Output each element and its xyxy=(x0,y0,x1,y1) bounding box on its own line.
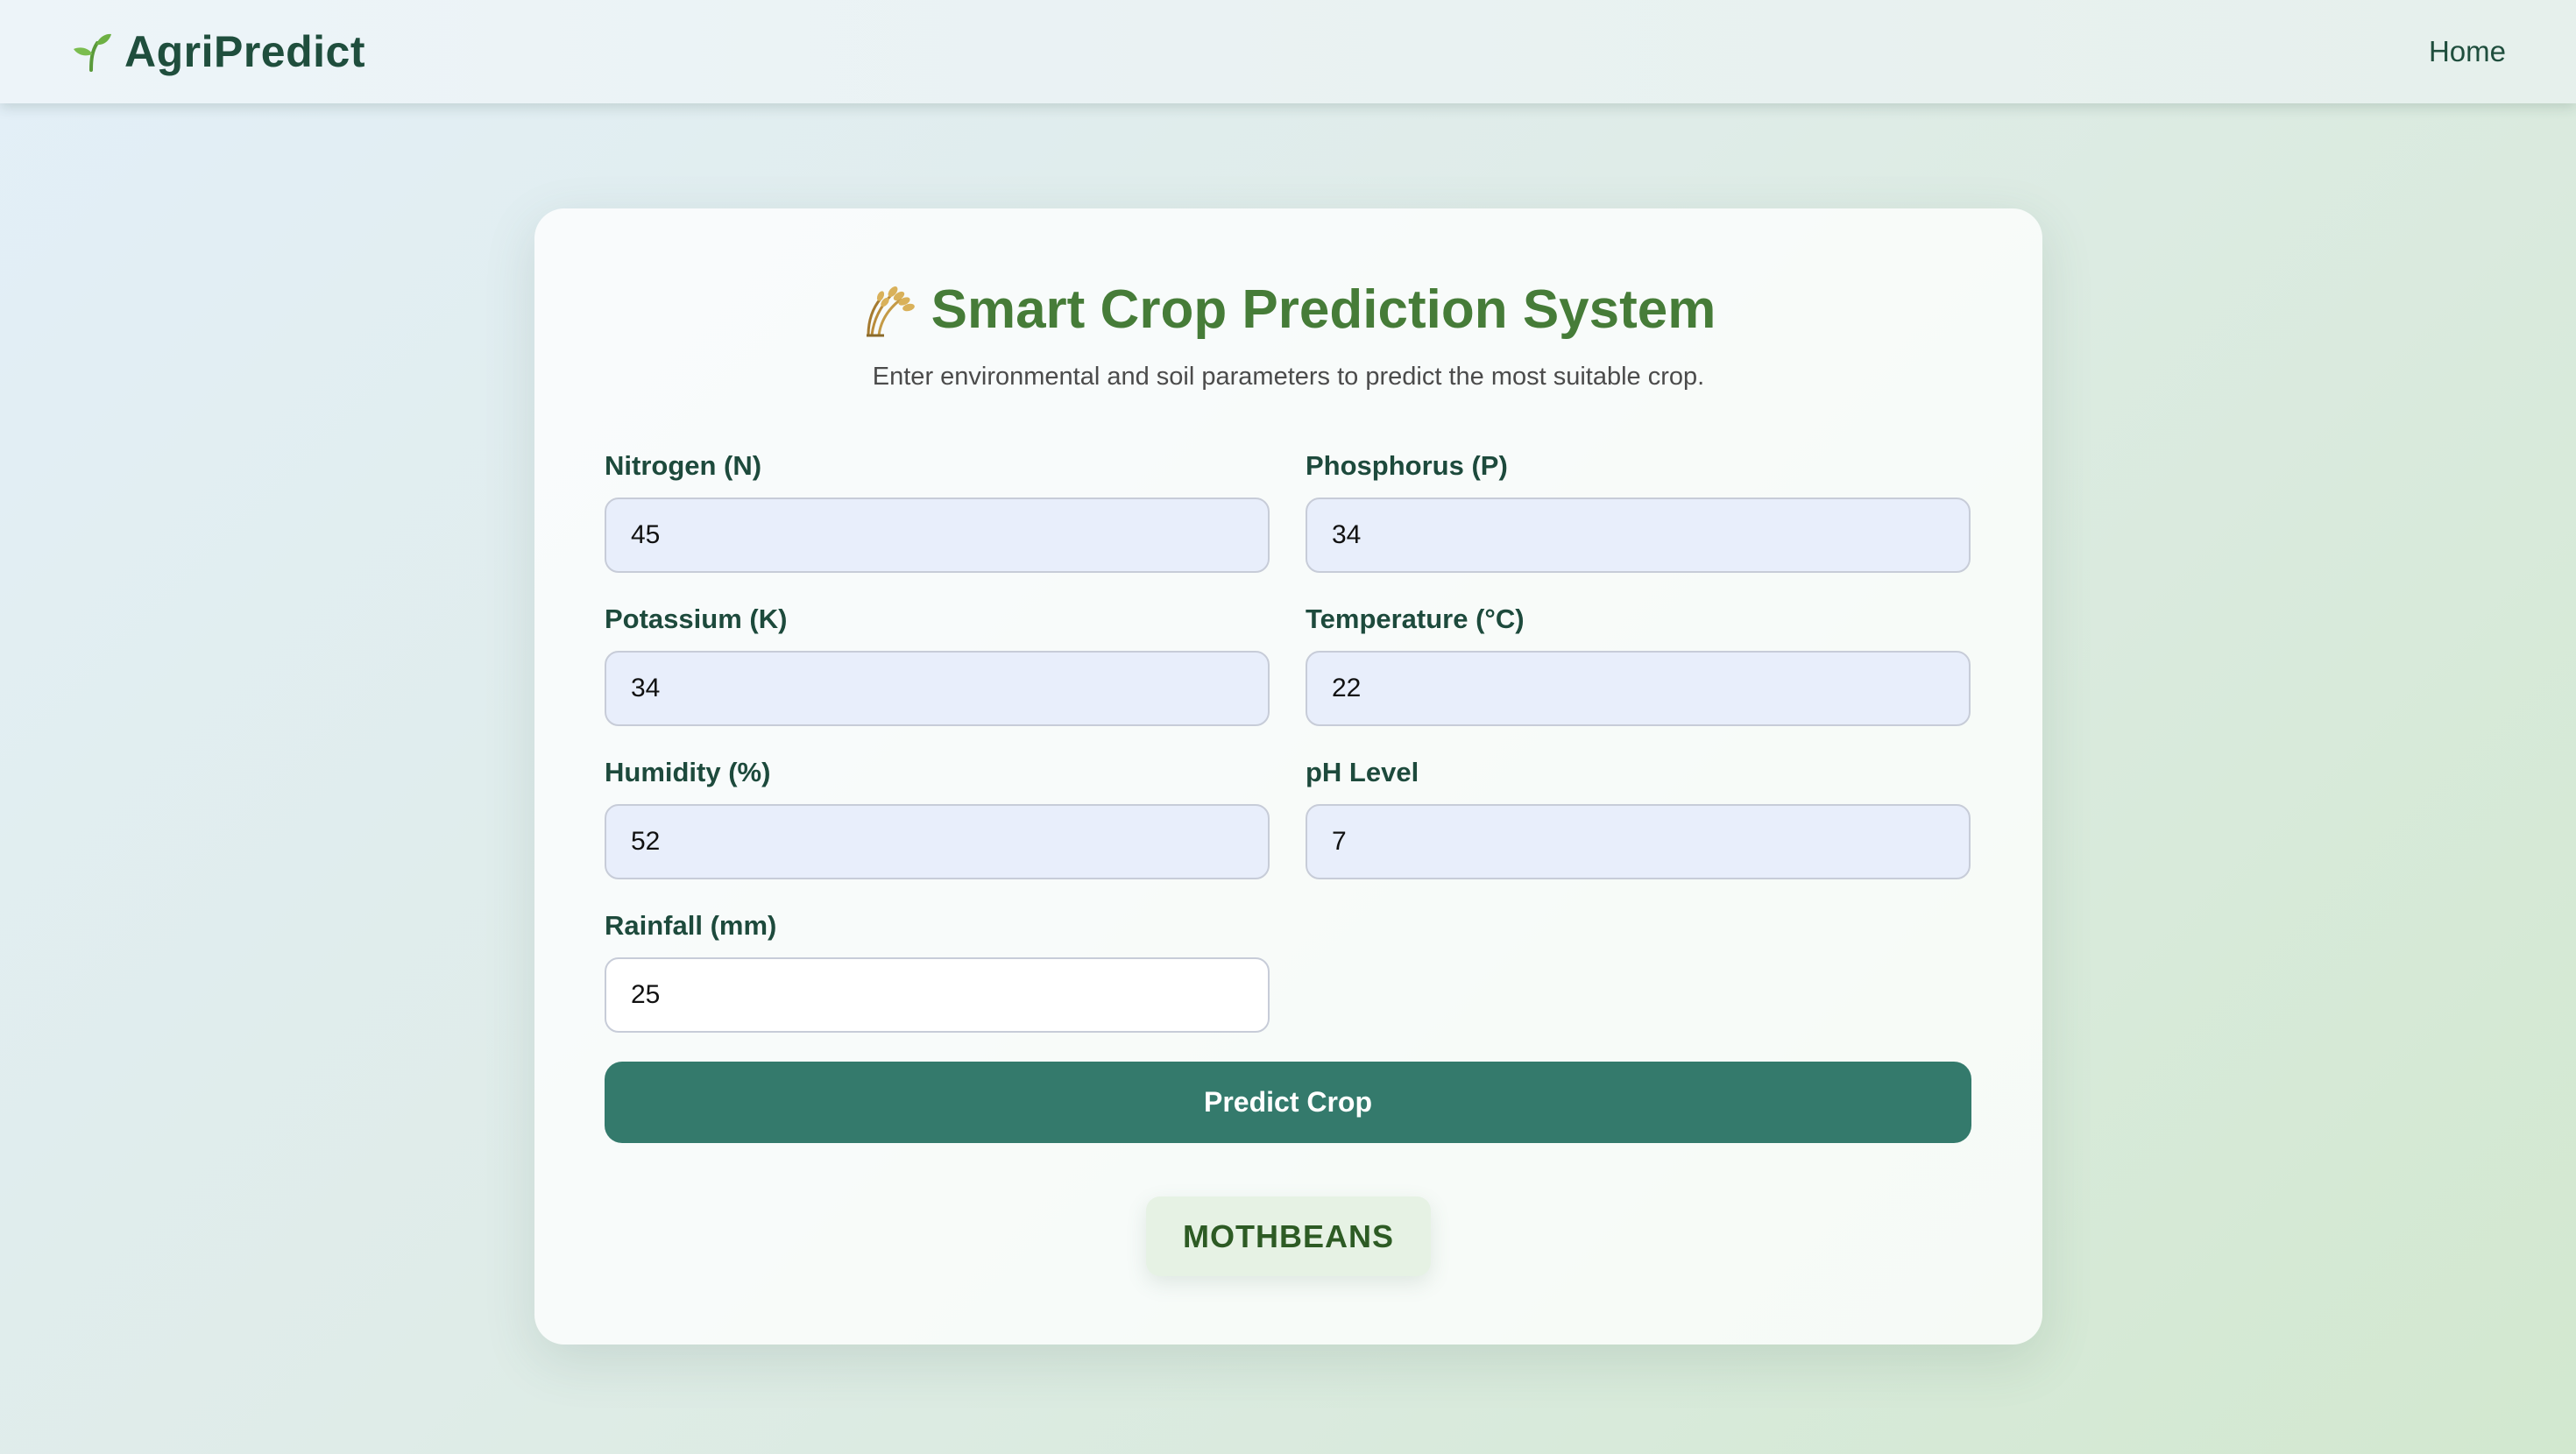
humidity-field: Humidity (%) xyxy=(605,753,1270,879)
nitrogen-field: Nitrogen (N) xyxy=(605,447,1270,573)
potassium-input[interactable] xyxy=(605,651,1270,726)
page-subtitle: Enter environmental and soil parameters … xyxy=(872,363,1705,391)
phosphorus-label: Phosphorus (P) xyxy=(1306,450,1508,481)
ph-input[interactable] xyxy=(1306,804,1971,879)
rainfall-label: Rainfall (mm) xyxy=(605,910,777,941)
rice-sheaf-icon xyxy=(861,281,919,339)
potassium-label: Potassium (K) xyxy=(605,603,788,634)
page-title: Smart Crop Prediction System xyxy=(931,279,1716,340)
humidity-input[interactable] xyxy=(605,804,1270,879)
ph-field: pH Level xyxy=(1306,753,1971,879)
predict-crop-button[interactable]: Predict Crop xyxy=(605,1062,1971,1143)
temperature-label: Temperature (°C) xyxy=(1306,603,1525,634)
rainfall-input[interactable] xyxy=(605,957,1270,1033)
potassium-field: Potassium (K) xyxy=(605,600,1270,726)
navbar: AgriPredict Home xyxy=(0,0,2576,103)
temperature-field: Temperature (°C) xyxy=(1306,600,1971,726)
phosphorus-input[interactable] xyxy=(1306,498,1971,573)
phosphorus-field: Phosphorus (P) xyxy=(1306,447,1971,573)
temperature-input[interactable] xyxy=(1306,651,1971,726)
humidity-label: Humidity (%) xyxy=(605,757,771,787)
nitrogen-input[interactable] xyxy=(605,498,1270,573)
brand-name: AgriPredict xyxy=(124,27,366,76)
brand[interactable]: AgriPredict xyxy=(70,26,365,77)
rainfall-field: Rainfall (mm) xyxy=(605,907,1270,1033)
seedling-icon xyxy=(70,30,114,74)
prediction-result: MOTHBEANS xyxy=(1146,1196,1431,1276)
ph-label: pH Level xyxy=(1306,757,1419,787)
nitrogen-label: Nitrogen (N) xyxy=(605,450,762,481)
prediction-card: Smart Crop Prediction System Enter envir… xyxy=(534,208,2042,1345)
title-row: Smart Crop Prediction System xyxy=(534,279,2042,341)
nav-home-link[interactable]: Home xyxy=(2429,35,2506,68)
